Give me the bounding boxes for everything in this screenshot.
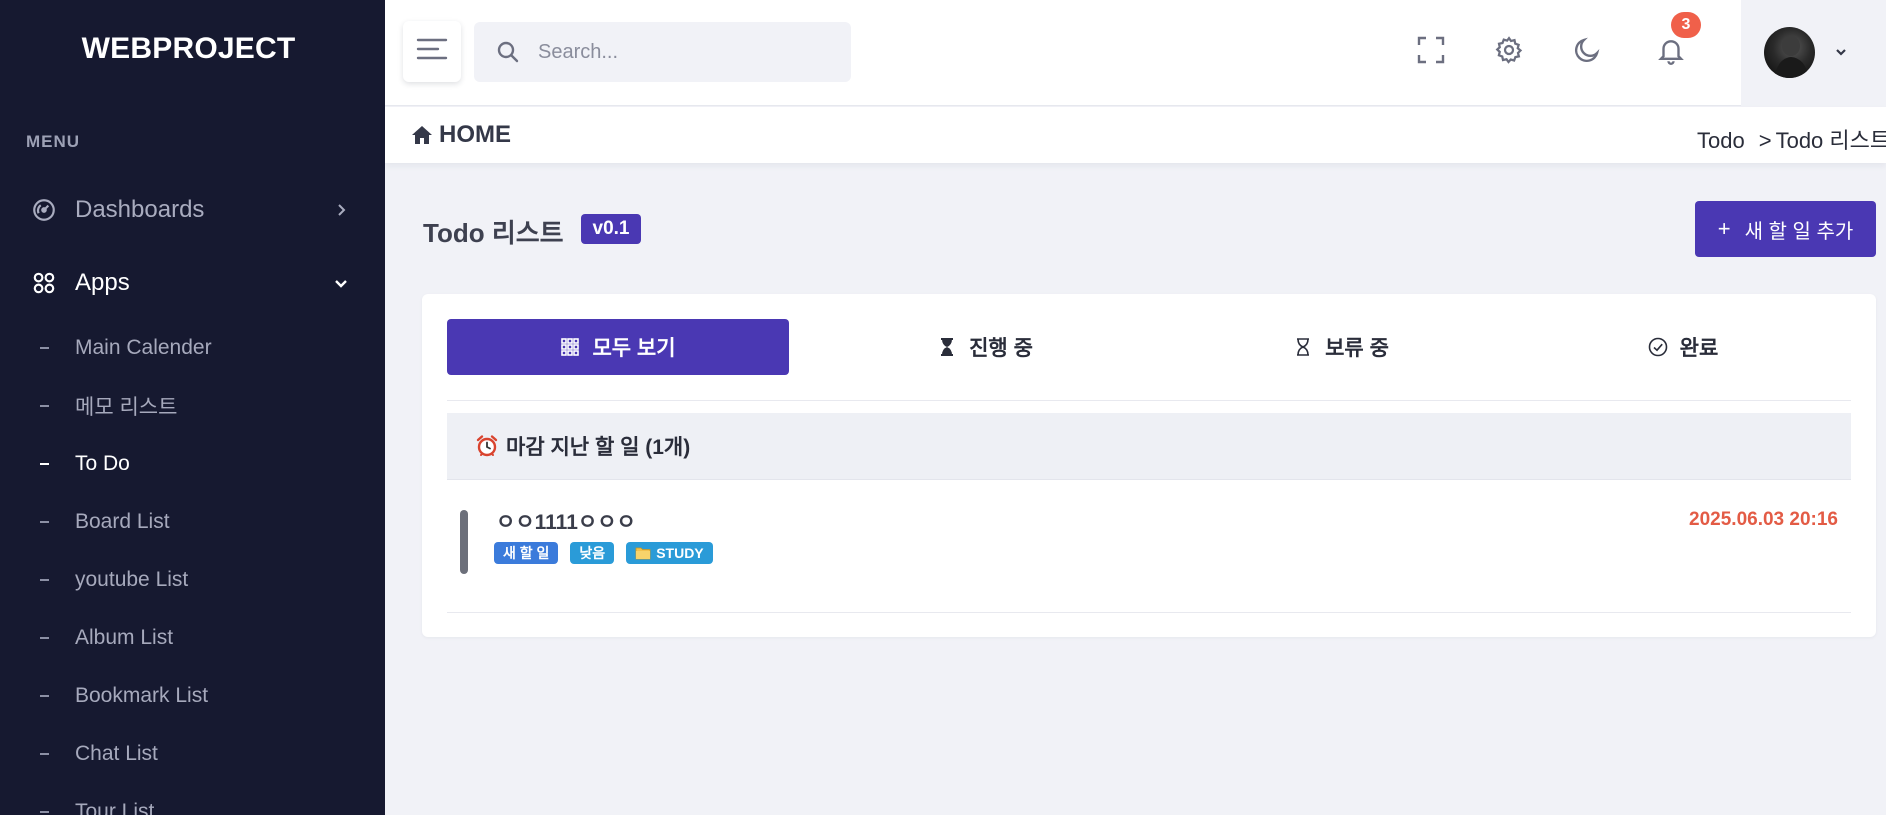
menu-toggle-button[interactable] [403, 21, 461, 82]
settings-gear-icon [1494, 35, 1524, 70]
tab-in-progress[interactable]: 진행 중 [814, 319, 1156, 375]
chevron-down-icon [332, 274, 350, 292]
sidebar-subitem-label: Main Calender [75, 336, 212, 359]
sidebar-subitem-tour-list[interactable]: Tour List [40, 795, 154, 815]
apps-grid-icon [30, 269, 58, 297]
check-circle-icon [1648, 337, 1668, 357]
tab-label: 모두 보기 [592, 337, 676, 360]
dash-bullet [40, 405, 49, 407]
hamburger-menu-icon [416, 36, 448, 67]
plus-icon: + [1717, 216, 1731, 241]
avatar [1764, 27, 1815, 78]
grid-icon [560, 337, 580, 357]
dash-bullet [40, 637, 49, 639]
sidebar-subitem-youtube-list[interactable]: youtube List [40, 563, 188, 597]
sidebar-subitem-label: Album List [75, 626, 174, 649]
page-title: Todo 리스트 [423, 218, 564, 248]
settings-button[interactable] [1493, 35, 1525, 70]
home-label: HOME [439, 121, 511, 148]
sidebar-subitem-label: Bookmark List [75, 684, 209, 707]
add-todo-button[interactable]: + 새 할 일 추가 [1695, 201, 1876, 257]
sidebar-subitem-main-calender[interactable]: Main Calender [40, 331, 212, 365]
divider [447, 612, 1851, 613]
dash-bullet [40, 579, 49, 581]
sidebar-item-dashboards[interactable]: Dashboards [30, 188, 360, 232]
dashboard-gauge-icon [30, 196, 58, 224]
breadcrumb-bar: HOME Todo > Todo 리스트 [385, 107, 1886, 163]
dash-bullet [40, 695, 49, 697]
dash-bullet [40, 521, 49, 523]
tab-label: 보류 중 [1325, 337, 1389, 360]
priority-indicator [460, 510, 468, 574]
alarm-clock-icon [475, 434, 499, 458]
sidebar-subitem-album-list[interactable]: Album List [40, 621, 173, 655]
tab-label: 완료 [1679, 337, 1719, 360]
search-input[interactable] [536, 39, 826, 65]
overdue-section-header: 마감 지난 할 일 (1개) [447, 413, 1851, 480]
fullscreen-button[interactable] [1415, 36, 1447, 68]
sidebar-item-apps[interactable]: Apps [30, 261, 360, 305]
tab-all[interactable]: 모두 보기 [447, 319, 789, 375]
top-header: 3 [385, 0, 1886, 106]
folder-icon [635, 546, 651, 560]
brand-logo[interactable]: WEBPROJECT [0, 32, 377, 66]
tab-label: 진행 중 [969, 337, 1033, 360]
tab-on-hold[interactable]: 보류 중 [1170, 319, 1512, 375]
profile-menu[interactable] [1741, 0, 1886, 106]
divider [447, 400, 1851, 401]
todo-title: ㅇㅇ1111ㅇㅇㅇ [496, 511, 636, 534]
home-link[interactable]: HOME [411, 121, 511, 149]
search-icon [496, 40, 520, 64]
dash-bullet [40, 811, 49, 813]
hourglass-filled-icon [937, 337, 957, 357]
dash-bullet [40, 347, 49, 349]
sidebar-subitem-label: Chat List [75, 742, 158, 765]
sidebar-subitem-chat-list[interactable]: Chat List [40, 737, 158, 771]
overdue-section-title: 마감 지난 할 일 (1개) [506, 436, 691, 459]
sidebar-subitem-memo-list[interactable]: 메모 리스트 [40, 389, 177, 423]
tab-completed[interactable]: 완료 [1512, 319, 1854, 375]
priority-badge: 낮음 [570, 542, 615, 564]
sidebar-subitem-label: 메모 리스트 [75, 396, 178, 419]
breadcrumb-item-current: Todo 리스트 [1775, 128, 1886, 153]
sidebar-item-label: Apps [75, 269, 130, 296]
notification-count-badge: 3 [1671, 12, 1701, 38]
search-box [474, 22, 851, 82]
sidebar-item-label: Dashboards [75, 196, 205, 223]
hourglass-outline-icon [1293, 337, 1313, 357]
sidebar-subitem-label: To Do [75, 452, 130, 475]
category-label: STUDY [656, 545, 704, 561]
fullscreen-icon [1417, 36, 1445, 69]
add-todo-label: 새 할 일 추가 [1744, 220, 1854, 243]
todo-tags: 새 할 일 낮음 STUDY [494, 542, 725, 564]
category-badge: STUDY [626, 542, 713, 564]
notification-bell-icon [1656, 35, 1686, 70]
chevron-right-icon [332, 201, 350, 219]
version-badge: v0.1 [581, 214, 641, 244]
sidebar-subitem-label: Board List [75, 510, 170, 533]
dash-bullet [40, 463, 49, 465]
todo-item[interactable]: ㅇㅇ1111ㅇㅇㅇ 새 할 일 낮음 STUDY 2025.06.03 20:1… [447, 486, 1851, 606]
dark-mode-moon-icon [1572, 35, 1602, 70]
notifications-button[interactable] [1655, 36, 1687, 68]
breadcrumb-separator: > [1758, 128, 1772, 153]
sidebar: WEBPROJECT MENU Dashboards Apps Main Cal… [0, 0, 385, 815]
dash-bullet [40, 753, 49, 755]
sidebar-subitem-label: Tour List [75, 800, 155, 815]
sidebar-subitem-bookmark-list[interactable]: Bookmark List [40, 679, 208, 713]
todo-card: 모두 보기 진행 중 보류 중 완료 마감 지난 할 일 (1개) ㅇㅇ1111… [422, 294, 1876, 637]
menu-heading: MENU [26, 132, 81, 151]
home-icon [411, 124, 433, 146]
breadcrumb: Todo > Todo 리스트 [1697, 123, 1886, 155]
dark-mode-button[interactable] [1571, 36, 1603, 68]
sidebar-subitem-label: youtube List [75, 568, 189, 591]
chevron-down-icon [1833, 44, 1849, 60]
breadcrumb-item-todo[interactable]: Todo [1697, 128, 1745, 153]
sidebar-subitem-board-list[interactable]: Board List [40, 505, 170, 539]
todo-due-date: 2025.06.03 20:16 [1689, 509, 1838, 530]
status-badge: 새 할 일 [494, 542, 559, 564]
sidebar-subitem-todo[interactable]: To Do [40, 447, 130, 481]
